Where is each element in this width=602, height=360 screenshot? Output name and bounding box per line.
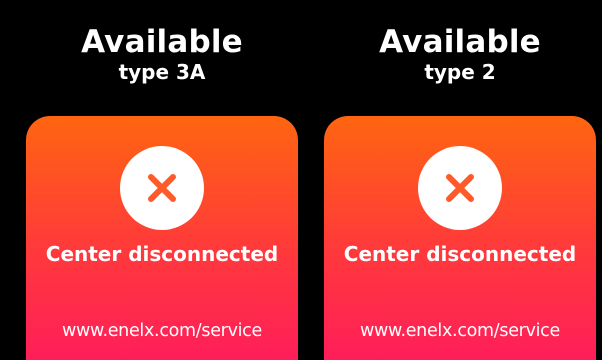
status-message: Center disconnected xyxy=(45,242,279,266)
charger-status-screen: Available type 3A Center disconnected ww… xyxy=(0,0,602,360)
connector-type-label: type 3A xyxy=(118,60,206,84)
connector-panel-left: Available type 3A Center disconnected ww… xyxy=(26,0,298,360)
error-icon-badge xyxy=(418,146,502,230)
connector-status-card: Center disconnected www.enelx.com/servic… xyxy=(26,116,298,360)
close-x-icon xyxy=(446,174,474,202)
error-icon-badge xyxy=(120,146,204,230)
connector-panel-right: Available type 2 Center disconnected www… xyxy=(324,0,596,360)
connector-status-title: Available xyxy=(81,24,243,60)
connector-status-card: Center disconnected www.enelx.com/servic… xyxy=(324,116,596,360)
connector-status-title: Available xyxy=(379,24,541,60)
service-url: www.enelx.com/service xyxy=(360,321,560,341)
status-message: Center disconnected xyxy=(343,242,577,266)
connector-type-label: type 2 xyxy=(424,60,496,84)
close-x-icon xyxy=(148,174,176,202)
service-url: www.enelx.com/service xyxy=(62,321,262,341)
